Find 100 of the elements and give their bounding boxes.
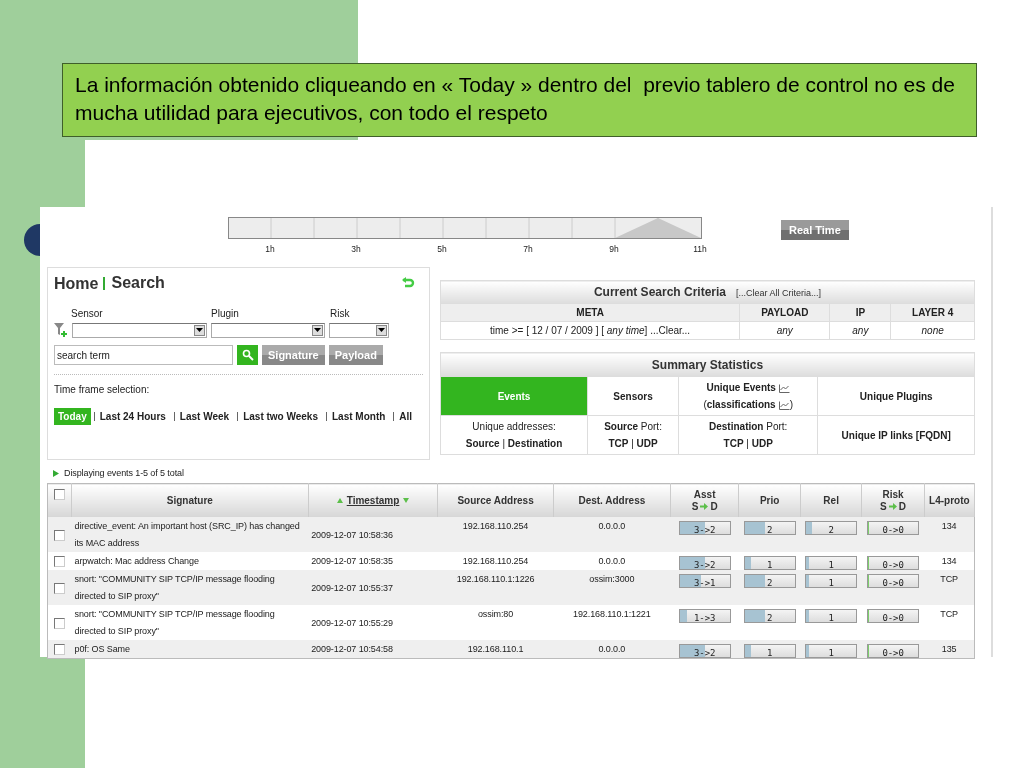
criteria-value: any <box>739 321 830 340</box>
timestamp-sort-link[interactable]: Timestamp <box>346 494 400 506</box>
timeline-tick-label: 7h <box>522 244 534 254</box>
column-header: Risk <box>882 488 904 500</box>
source-address-cell: 192.168.110.1:1226 <box>456 574 535 584</box>
chart-icon[interactable] <box>778 383 790 393</box>
search-button[interactable] <box>237 345 258 365</box>
column-header: Prio <box>738 483 801 517</box>
protocol-cell: 134 <box>941 556 957 566</box>
row-checkbox[interactable] <box>54 529 66 541</box>
real-time-button[interactable]: Real Time <box>781 220 849 240</box>
signature-cell: snort: "COMMUNITY SIP TCP/IP message flooding directed to SIP proxy" <box>74 609 275 636</box>
score-meter: 1 <box>805 555 858 570</box>
timeline-tick-label: 11h <box>692 244 708 254</box>
dest-address-cell: 192.168.110.1:1221 <box>573 609 651 619</box>
score-meter: 1 <box>805 573 858 588</box>
statistics-link[interactable]: Source Port: TCP | UDP <box>587 415 679 455</box>
filter-label: Plugin <box>211 308 239 319</box>
statistics-link[interactable]: Unique IP links [FQDN] <box>817 415 975 455</box>
select-all-checkbox[interactable] <box>54 488 65 500</box>
expand-icon[interactable] <box>53 469 59 477</box>
score-meter: 3->2 <box>678 643 731 658</box>
dest-address-cell: 0.0.0.0 <box>598 556 626 566</box>
timeline-tick-label: 1h <box>264 244 276 254</box>
column-header: Dest. Address <box>553 483 671 517</box>
search-field[interactable]: search term <box>54 345 233 365</box>
statistics-link[interactable]: Unique Events (classifications ) <box>678 376 818 416</box>
statistics-link[interactable]: Sensors <box>587 376 679 416</box>
source-address-cell: 192.168.110.254 <box>462 556 529 566</box>
statistics-link[interactable]: Unique addresses: Source | Destination <box>440 415 588 455</box>
row-checkbox[interactable] <box>54 582 66 594</box>
time-frame-tab[interactable]: All <box>393 412 418 421</box>
filter-label: Sensor <box>71 308 103 319</box>
score-meter: 2 <box>743 520 796 535</box>
column-header: S <box>880 500 887 512</box>
search-option-button[interactable]: Signature <box>262 345 325 365</box>
statistics-link[interactable]: Unique Plugins <box>817 376 975 416</box>
home-link[interactable]: Home <box>54 276 106 290</box>
arrow-right-icon <box>700 503 709 511</box>
time-frame-tab[interactable]: Last Week <box>173 412 235 421</box>
score-meter: 1 <box>805 643 858 658</box>
timestamp-cell: 2009-12-07 10:55:29 <box>311 617 393 628</box>
time-frame-tab[interactable]: Last Month <box>326 412 391 421</box>
protocol-cell: 134 <box>941 521 957 531</box>
time-frame-tab[interactable]: Last two Weeks <box>237 412 323 421</box>
callout-text: La información obtenido cliqueando en « Today » dentro del previo tablero de control no es de mucha utilidad para ejecutivos, con todo el respeto <box>62 63 977 137</box>
source-address-cell: 192.168.110.1 <box>467 644 524 654</box>
score-meter: 0->0 <box>867 608 920 623</box>
row-checkbox[interactable] <box>54 644 66 656</box>
search-icon <box>241 349 254 361</box>
chart-icon[interactable] <box>778 400 790 410</box>
timestamp-cell: 2009-12-07 10:54:58 <box>311 644 393 654</box>
column-header: Signature <box>71 483 309 517</box>
timestamp-cell: 2009-12-07 10:58:35 <box>311 556 393 566</box>
timeline-tick-label: 9h <box>608 244 620 254</box>
criteria-value: any <box>829 321 891 340</box>
score-meter: 0->0 <box>867 555 920 570</box>
criteria-value: time >= [ 12 / 07 / 2009 ] [ any time] ...Clear... <box>440 321 740 340</box>
score-meter: 0->0 <box>867 520 920 535</box>
time-frame-label: Time frame selection: <box>54 384 150 395</box>
column-header: Asst <box>693 488 716 500</box>
dropdown-field[interactable] <box>211 322 325 338</box>
protocol-cell: TCP <box>940 574 958 584</box>
column-header: D <box>898 500 906 512</box>
timestamp-cell: 2009-12-07 10:58:36 <box>311 529 393 540</box>
summary-title: Summary Statistics <box>651 357 764 372</box>
signature-cell: arpwatch: Mac address Change <box>74 556 199 566</box>
filter-icon[interactable] <box>54 322 68 338</box>
score-meter: 1 <box>743 555 796 570</box>
column-header: Rel <box>800 483 862 517</box>
score-meter: 3->2 <box>678 520 731 535</box>
page-title: Search <box>111 274 165 292</box>
row-checkbox[interactable] <box>54 556 66 568</box>
dropdown-field[interactable] <box>72 322 207 338</box>
score-meter: 2 <box>743 573 796 588</box>
dropdown-field[interactable] <box>329 322 389 338</box>
timestamp-cell: 2009-12-07 10:55:37 <box>311 582 393 593</box>
score-meter: 1->3 <box>678 608 731 623</box>
dest-address-cell: ossim:3000 <box>589 574 635 584</box>
score-meter: 3->2 <box>678 555 731 570</box>
score-meter: 0->0 <box>867 643 920 658</box>
score-meter: 3->1 <box>678 573 731 588</box>
filter-label: Risk <box>330 308 350 319</box>
dropdown-arrow-icon <box>314 328 321 332</box>
dest-address-cell: 0.0.0.0 <box>598 521 626 531</box>
timeline-drawing[interactable] <box>228 217 702 239</box>
row-checkbox[interactable] <box>54 617 66 629</box>
time-frame-tab[interactable]: Last 24 Hours <box>93 412 171 421</box>
search-option-button[interactable]: Payload <box>328 345 383 365</box>
arrow-right-icon <box>888 503 897 511</box>
protocol-cell: TCP <box>940 609 958 619</box>
signature-cell: p0f: OS Same <box>74 644 130 654</box>
column-header: D <box>710 500 718 512</box>
statistics-link[interactable]: Destination Port: TCP | UDP <box>678 415 818 455</box>
score-meter: 1 <box>805 608 858 623</box>
column-header: S <box>691 500 699 512</box>
criteria-title: Current Search Criteria <box>593 285 726 299</box>
dropdown-arrow-icon <box>378 328 385 332</box>
clear-criteria-link[interactable]: [...Clear All Criteria...] <box>736 288 822 298</box>
source-address-cell: ossim:80 <box>477 609 514 619</box>
